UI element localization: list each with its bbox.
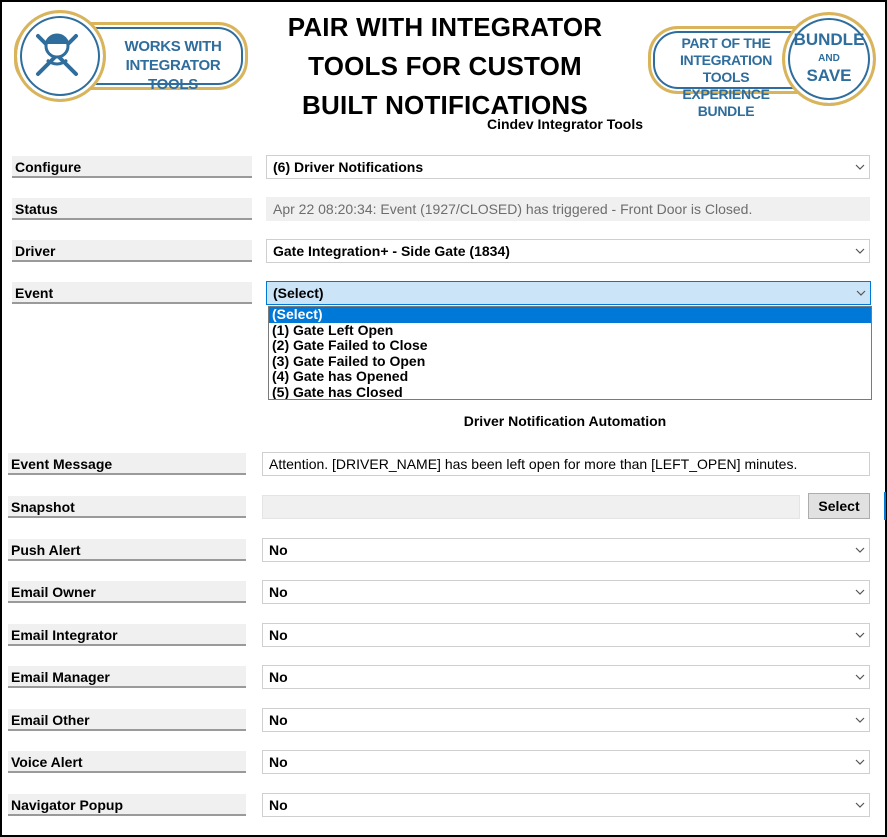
driver-label: Driver [12,240,252,262]
chevron-down-icon [856,290,866,296]
push-alert-value: No [269,542,288,558]
event-select[interactable]: (Select) [266,281,871,305]
event-option[interactable]: (4) Gate has Opened [269,369,871,385]
event-option[interactable]: (2) Gate Failed to Close [269,338,871,354]
works-with-badge-text: WORKS WITH INTEGRATOR TOOLS [124,38,222,93]
chevron-down-icon [855,164,865,170]
driver-select[interactable]: Gate Integration+ - Side Gate (1834) [266,239,870,263]
focus-edge-marker [884,492,886,520]
headline-line-2: TOOLS FOR CUSTOM [308,51,582,81]
bundle-save-seal: BUNDLE AND SAVE [782,12,876,106]
section-title-automation: Driver Notification Automation [463,413,667,429]
chevron-down-icon [855,248,865,254]
chevron-down-icon [855,759,865,765]
chevron-down-icon [855,589,865,595]
voice-alert-label: Voice Alert [8,751,246,773]
email-integrator-value: No [269,627,288,643]
push-alert-label: Push Alert [8,539,246,561]
email-manager-select[interactable]: No [262,665,870,689]
email-other-value: No [269,712,288,728]
event-message-label: Event Message [8,453,246,475]
event-message-input[interactable]: Attention. [DRIVER_NAME] has been left o… [262,452,870,476]
snapshot-field [262,495,800,519]
bundle-badge-text: PART OF THE INTEGRATION TOOLS EXPERIENCE… [679,35,773,119]
event-option[interactable]: (5) Gate has Closed [269,384,871,399]
chevron-down-icon [855,717,865,723]
configure-label: Configure [12,156,252,178]
navigator-popup-value: No [269,797,288,813]
push-alert-select[interactable]: No [262,538,870,562]
navigator-popup-select[interactable]: No [262,793,870,817]
seal-line-3: SAVE [806,66,852,85]
event-label: Event [12,282,252,304]
chevron-down-icon [855,802,865,808]
email-owner-select[interactable]: No [262,580,870,604]
seal-line-1: BUNDLE [793,30,865,49]
chevron-down-icon [855,674,865,680]
section-title-integrator-tools: Cindev Integrator Tools [486,116,644,132]
worker-tools-icon [14,10,106,102]
configure-value: (6) Driver Notifications [273,159,424,175]
event-option[interactable]: (Select) [269,307,871,323]
event-option[interactable]: (3) Gate Failed to Open [269,353,871,370]
promo-headline: PAIR WITH INTEGRATOR TOOLS FOR CUSTOM BU… [270,8,620,125]
email-owner-value: No [269,584,288,600]
navigator-popup-label: Navigator Popup [8,794,246,816]
event-dropdown-list: (Select) (1) Gate Left Open (2) Gate Fai… [268,306,872,400]
configure-select[interactable]: (6) Driver Notifications [266,155,870,179]
event-option[interactable]: (1) Gate Left Open [269,322,871,339]
chevron-down-icon [855,547,865,553]
voice-alert-value: No [269,754,288,770]
headline-line-1: PAIR WITH INTEGRATOR [287,12,603,42]
chevron-down-icon [855,632,865,638]
email-owner-label: Email Owner [8,581,246,603]
status-field: Apr 22 08:20:34: Event (1927/CLOSED) has… [266,197,870,221]
voice-alert-select[interactable]: No [262,750,870,774]
email-other-label: Email Other [8,709,246,731]
email-integrator-select[interactable]: No [262,623,870,647]
seal-line-2: AND [818,53,840,64]
email-other-select[interactable]: No [262,708,870,732]
snapshot-label: Snapshot [8,496,246,518]
email-manager-value: No [269,669,288,685]
event-value: (Select) [273,285,324,301]
status-label: Status [12,198,252,220]
driver-value: Gate Integration+ - Side Gate (1834) [273,243,510,259]
email-integrator-label: Email Integrator [8,624,246,646]
email-manager-label: Email Manager [8,666,246,688]
snapshot-select-button[interactable]: Select [808,493,870,519]
